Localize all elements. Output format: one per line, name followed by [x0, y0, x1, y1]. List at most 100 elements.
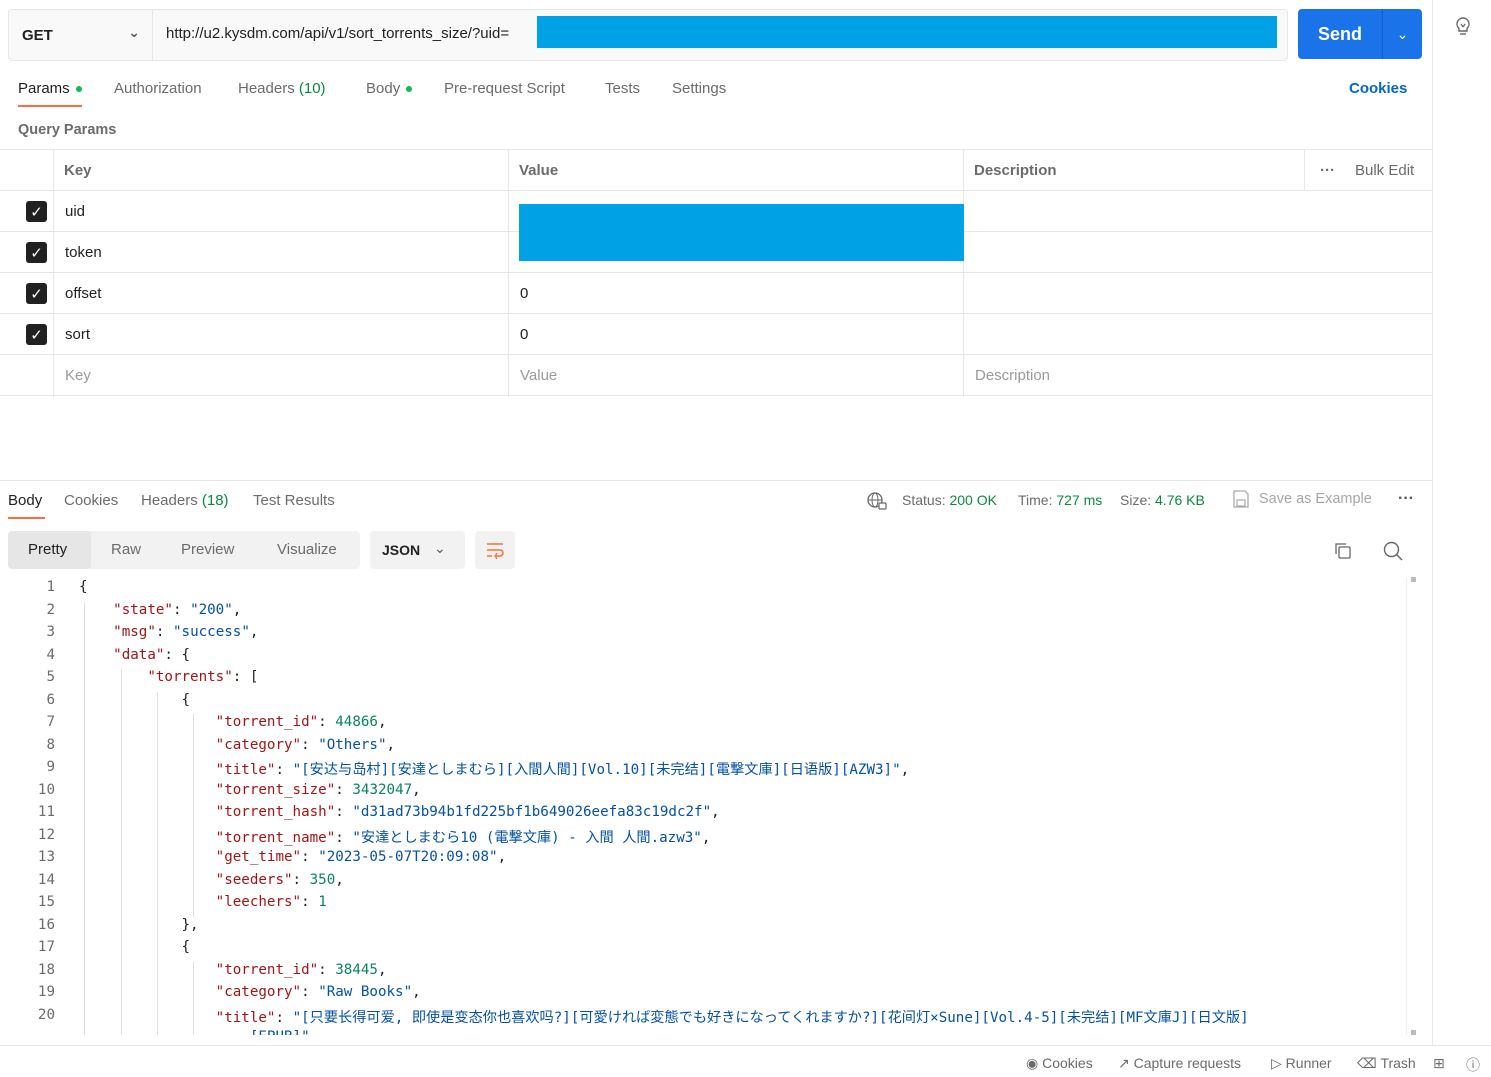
- tab-response-cookies[interactable]: Cookies: [64, 492, 118, 509]
- search-icon[interactable]: [1382, 540, 1404, 562]
- line-number: 20: [37, 1006, 55, 1023]
- line-number: 17: [37, 939, 55, 955]
- indent-guide: [193, 714, 194, 917]
- tab-authorization[interactable]: Authorization: [114, 80, 202, 97]
- code-line: "torrent_id": 38445,: [215, 961, 387, 978]
- tab-params[interactable]: Params: [18, 80, 82, 97]
- tab-headers[interactable]: Headers (10): [238, 80, 326, 97]
- url-bar: GET ⌄ http://u2.kysdm.com/api/v1/sort_to…: [8, 9, 1288, 61]
- cookies-link[interactable]: Cookies: [1349, 80, 1407, 97]
- help-icon[interactable]: ⓘ: [1466, 1055, 1480, 1075]
- checkbox-checked[interactable]: ✓: [26, 324, 47, 345]
- checkbox-checked[interactable]: ✓: [26, 242, 47, 263]
- wrap-icon: [487, 543, 504, 559]
- code-line: "category": "Others",: [215, 736, 396, 753]
- code-line: },: [79, 916, 199, 933]
- param-key[interactable]: sort: [54, 314, 90, 355]
- method-select[interactable]: GET ⌄: [9, 10, 153, 60]
- code-line: "leechers": 1: [215, 894, 327, 910]
- line-number: 5: [46, 669, 55, 685]
- line-number: 8: [46, 736, 55, 753]
- tab-response-body[interactable]: Body: [8, 492, 42, 509]
- view-preview[interactable]: Preview: [181, 541, 234, 558]
- params-table: Key Value Description ··· Bulk Edit ✓ ui…: [0, 149, 1432, 396]
- active-dot: [406, 86, 413, 93]
- line-number: 3: [46, 624, 55, 640]
- tab-tests[interactable]: Tests: [605, 80, 640, 97]
- checkbox-checked[interactable]: ✓: [26, 283, 47, 304]
- param-key[interactable]: token: [54, 232, 102, 273]
- send-button[interactable]: Send ⌄: [1298, 9, 1422, 59]
- view-visualize[interactable]: Visualize: [277, 541, 337, 558]
- description-header: Description: [974, 162, 1057, 179]
- value-placeholder[interactable]: Value: [509, 355, 557, 396]
- footer-runner[interactable]: ▷ Runner: [1271, 1055, 1332, 1072]
- code-line: "torrent_id": 44866,: [215, 714, 387, 730]
- table-row-empty: Key Value Description: [0, 355, 1432, 396]
- tab-test-results[interactable]: Test Results: [253, 492, 335, 509]
- checkbox-checked[interactable]: ✓: [26, 201, 47, 222]
- globe-icon: [866, 491, 888, 511]
- line-number: 19: [37, 984, 55, 1000]
- footer-trash[interactable]: ⌫ Trash: [1357, 1055, 1416, 1072]
- param-value[interactable]: 0: [509, 273, 528, 314]
- line-number: 9: [46, 759, 55, 775]
- indent-guide: [121, 669, 122, 1035]
- cookie-icon: ◉: [1026, 1055, 1039, 1071]
- play-icon: ▷: [1271, 1055, 1282, 1071]
- bulk-edit-button[interactable]: Bulk Edit: [1344, 150, 1414, 191]
- line-number: 16: [37, 916, 55, 933]
- code-line: "torrent_size": 3432047,: [215, 781, 421, 798]
- tab-response-headers[interactable]: Headers (18): [141, 492, 229, 509]
- code-line: "title": "[安达与岛村][安達としまむら][入間人間][Vol.10]…: [215, 762, 910, 778]
- line-number: 7: [46, 714, 55, 730]
- format-select[interactable]: JSON ⌄: [370, 531, 465, 569]
- more-options-icon[interactable]: ···: [1309, 150, 1335, 191]
- table-row: ✓ offset 0: [0, 273, 1432, 314]
- key-placeholder[interactable]: Key: [54, 355, 91, 396]
- copy-icon[interactable]: [1333, 541, 1353, 561]
- table-row: ✓ sort 0: [0, 314, 1432, 355]
- layout-icon[interactable]: ⊞: [1433, 1055, 1445, 1072]
- tab-settings[interactable]: Settings: [672, 80, 726, 97]
- active-tab-underline: [8, 517, 45, 519]
- code-line: "state": "200",: [113, 601, 242, 618]
- code-line: "torrent_hash": "d31ad73b94b1fd225bf1b64…: [215, 804, 720, 820]
- code-line: {: [79, 691, 191, 708]
- scrollbar[interactable]: [1406, 577, 1420, 1035]
- code-line: "category": "Raw Books",: [215, 984, 421, 1000]
- url-input[interactable]: http://u2.kysdm.com/api/v1/sort_torrents…: [166, 25, 509, 42]
- indent-guide: [157, 691, 158, 1035]
- tab-pre-request-script[interactable]: Pre-request Script: [444, 80, 565, 97]
- param-value[interactable]: 0: [509, 314, 528, 355]
- method-label: GET: [22, 26, 53, 44]
- description-placeholder[interactable]: Description: [964, 355, 1050, 396]
- view-raw[interactable]: Raw: [111, 541, 141, 558]
- more-options-icon[interactable]: ···: [1398, 490, 1414, 508]
- response-time: Time: 727 ms: [1018, 492, 1103, 508]
- send-dropdown-icon[interactable]: ⌄: [1383, 26, 1422, 43]
- tab-body[interactable]: Body: [366, 80, 413, 97]
- param-key[interactable]: uid: [54, 191, 85, 232]
- response-size: Size: 4.76 KB: [1120, 492, 1205, 508]
- line-number: 10: [37, 781, 55, 798]
- redaction-block: [537, 16, 1277, 48]
- footer-cookies[interactable]: ◉ Cookies: [1026, 1055, 1093, 1072]
- line-number: 1: [46, 579, 55, 595]
- format-label: JSON: [382, 542, 421, 558]
- view-mode-group: Pretty Raw Preview Visualize: [8, 531, 360, 569]
- wrap-lines-button[interactable]: [475, 531, 515, 569]
- table-header-row: Key Value Description ··· Bulk Edit: [0, 150, 1432, 191]
- response-body-code[interactable]: 1{2 "state": "200", 3 "msg": "success", 4 …: [0, 577, 1420, 1035]
- query-params-title: Query Params: [18, 122, 117, 138]
- param-key[interactable]: offset: [54, 273, 101, 314]
- footer-capture-requests[interactable]: ↗ Capture requests: [1118, 1055, 1241, 1072]
- key-header: Key: [64, 162, 92, 179]
- active-dot: [75, 86, 82, 93]
- line-number: 13: [37, 849, 55, 865]
- trash-icon: ⌫: [1357, 1055, 1377, 1071]
- save-as-example-button[interactable]: Save as Example: [1259, 491, 1372, 507]
- view-pretty[interactable]: Pretty: [28, 541, 67, 558]
- lightbulb-icon[interactable]: [1450, 14, 1476, 40]
- line-number: 4: [46, 646, 55, 663]
